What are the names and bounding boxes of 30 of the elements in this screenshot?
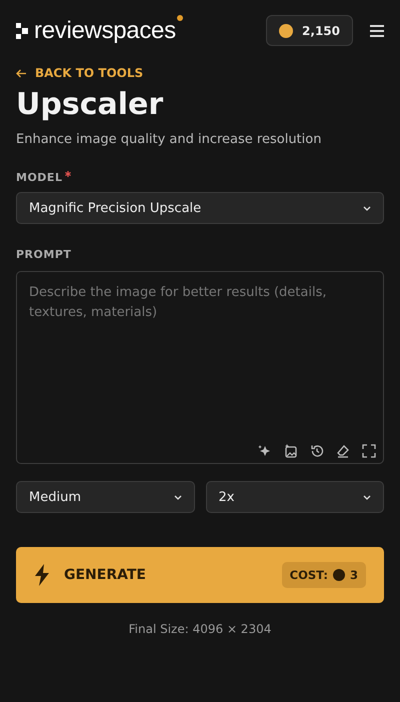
page-subtitle: Enhance image quality and increase resolution xyxy=(16,132,322,147)
chevron-down-icon xyxy=(174,494,182,500)
dot-icon xyxy=(176,14,183,20)
menu-icon[interactable] xyxy=(370,24,384,36)
prompt-field[interactable]: Describe the image for better results (details, textures, materials) xyxy=(16,271,384,464)
chevron-down-icon xyxy=(363,494,371,500)
final-size-text: Final Size: 4096 × 2304 xyxy=(128,622,272,636)
coin-icon xyxy=(332,569,345,581)
history-icon[interactable] xyxy=(310,444,324,458)
field-label: MODEL xyxy=(16,171,62,184)
option-select[interactable]: Medium xyxy=(16,481,194,513)
page-title: Upscaler xyxy=(16,86,164,124)
sparkle-icon[interactable] xyxy=(258,444,272,458)
logo-icon xyxy=(16,22,29,38)
arrow-left-icon xyxy=(16,68,27,78)
lightning-icon xyxy=(34,564,50,586)
expand-icon[interactable] xyxy=(362,444,376,458)
credits-button[interactable]: 2,150 xyxy=(266,15,353,46)
field-label: PROMPT xyxy=(16,248,72,261)
generate-button[interactable]: GENERATE COST: 3 xyxy=(16,547,384,603)
model-select[interactable]: Magnific Precision Upscale xyxy=(16,192,384,224)
coin-icon xyxy=(279,24,294,38)
option-select[interactable]: 2x xyxy=(206,481,384,513)
cost-label: COST: xyxy=(290,568,328,582)
logo[interactable]: reviewspaces xyxy=(34,16,176,44)
back-link[interactable]: BACK TO TOOLS xyxy=(16,66,384,80)
chevron-down-icon xyxy=(363,206,371,210)
image-sparkle-icon[interactable] xyxy=(284,444,298,458)
eraser-icon[interactable] xyxy=(336,444,350,458)
cost-value: 3 xyxy=(350,568,358,582)
